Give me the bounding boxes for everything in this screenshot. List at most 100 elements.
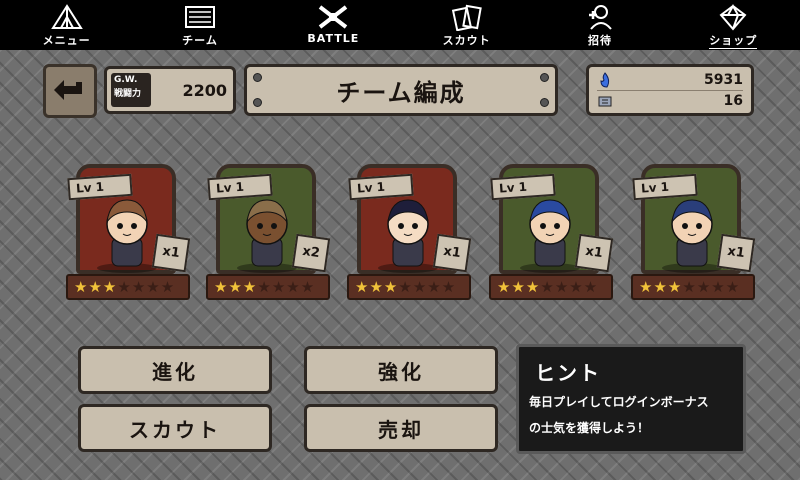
hint-line-2: の士気を獲得しよう！ (529, 421, 650, 435)
page-title-plate: チーム編成 (244, 64, 558, 116)
character-card[interactable]: Lv 1 x1 ★★★★★★★ (485, 162, 617, 310)
star-filled-icon: ★ (639, 278, 654, 296)
enhance-label: 強化 (378, 359, 424, 384)
star-empty-icon: ★ (554, 278, 570, 296)
star-empty-icon: ★ (540, 278, 555, 296)
star-empty-icon: ★ (286, 278, 301, 296)
character-card[interactable]: Lv 1 x1 ★★★★★★★ (62, 162, 194, 310)
star-filled-icon: ★ (497, 278, 512, 296)
star-filled-icon: ★ (383, 278, 399, 296)
character-card[interactable]: Lv 1 x1 ★★★★★★★ (343, 162, 475, 310)
count-tag: x1 (716, 233, 756, 273)
character-card[interactable]: Lv 1 x1 ★★★★★★★ (627, 162, 759, 310)
gem-count: 5931 (704, 72, 743, 88)
hint-title: ヒント (535, 361, 601, 385)
star-rating: ★★★★★★★ (66, 274, 190, 300)
sell-label: 売却 (378, 417, 424, 442)
character-card[interactable]: Lv 1 x2 ★★★★★★★ (202, 162, 334, 310)
nav-team-label: チーム (182, 34, 218, 47)
battle-power-value: 2200 (182, 81, 227, 100)
back-button[interactable] (43, 64, 97, 118)
nav-scout-label: スカウト (442, 34, 491, 47)
star-filled-icon: ★ (214, 278, 229, 296)
hint-panel: ヒント 毎日プレイしてログインボーナス の士気を獲得しよう！ (516, 344, 746, 454)
star-rating: ★★★★★★★ (631, 274, 755, 300)
star-empty-icon: ★ (146, 278, 161, 296)
sell-button[interactable]: 売却 (304, 404, 498, 452)
map-icon (184, 6, 215, 28)
level-tag: Lv 1 (490, 173, 556, 201)
star-filled-icon: ★ (228, 278, 243, 296)
bolt-decoration (253, 73, 262, 82)
battle-power-box: G.W. 戦闘力 2200 (104, 66, 236, 114)
star-empty-icon: ★ (441, 278, 457, 296)
star-filled-icon: ★ (525, 278, 541, 296)
ticket-count: 16 (723, 93, 743, 109)
nav-battle-label: BATTLE (307, 32, 360, 45)
star-empty-icon: ★ (583, 278, 599, 296)
level-tag: Lv 1 (632, 173, 698, 201)
star-empty-icon: ★ (398, 278, 413, 296)
gem-row: 5931 (597, 70, 743, 91)
nav-team[interactable]: チーム (133, 0, 266, 50)
scout-button[interactable]: スカウト (78, 404, 272, 452)
nav-invite[interactable]: 招待 (533, 0, 666, 50)
ticket-icon (598, 96, 612, 107)
star-empty-icon: ★ (427, 278, 442, 296)
nav-scout[interactable]: スカウト (400, 0, 533, 50)
star-empty-icon: ★ (696, 278, 712, 296)
star-empty-icon: ★ (412, 278, 428, 296)
level-tag: Lv 1 (207, 173, 273, 201)
scout-label: スカウト (129, 417, 221, 442)
count-tag: x1 (432, 233, 472, 273)
bolt-decoration (253, 98, 262, 107)
hint-body: 毎日プレイしてログインボーナス の士気を獲得しよう！ (529, 389, 741, 441)
nav-shop-label: ショップ (709, 34, 758, 49)
nav-menu-label: メニュー (42, 34, 91, 47)
enhance-button[interactable]: 強化 (304, 346, 498, 394)
gw-tag-line1: G.W. (114, 75, 138, 85)
star-filled-icon: ★ (369, 278, 384, 296)
evolve-label: 進化 (152, 359, 198, 384)
crossed-guns-icon (319, 5, 348, 29)
star-filled-icon: ★ (74, 278, 89, 296)
star-empty-icon: ★ (271, 278, 287, 296)
page-title: チーム編成 (336, 78, 466, 107)
nav-battle[interactable]: BATTLE (267, 0, 400, 50)
evolve-button[interactable]: 進化 (78, 346, 272, 394)
star-filled-icon: ★ (88, 278, 103, 296)
count-tag: x1 (151, 233, 191, 273)
star-filled-icon: ★ (511, 278, 526, 296)
nav-menu[interactable]: メニュー (0, 0, 133, 50)
cards-icon (451, 4, 482, 31)
nav-shop[interactable]: ショップ (667, 0, 800, 50)
back-arrow-icon (54, 80, 82, 100)
star-empty-icon: ★ (257, 278, 272, 296)
top-nav: メニュー チーム BATTLE スカウト 招待 ショップ (0, 0, 800, 50)
star-empty-icon: ★ (725, 278, 741, 296)
level-tag: Lv 1 (67, 173, 133, 201)
add-user-icon (588, 5, 612, 30)
star-rating: ★★★★★★★ (489, 274, 613, 300)
star-empty-icon: ★ (160, 278, 176, 296)
star-empty-icon: ★ (131, 278, 147, 296)
bolt-decoration (540, 73, 549, 82)
star-filled-icon: ★ (667, 278, 683, 296)
blue-flame-icon (600, 72, 610, 88)
star-filled-icon: ★ (355, 278, 370, 296)
battle-power-tag: G.W. 戦闘力 (111, 73, 151, 107)
gw-tag-line2: 戦闘力 (114, 89, 142, 99)
star-filled-icon: ★ (242, 278, 258, 296)
hint-line-1: 毎日プレイしてログインボーナス (529, 395, 709, 409)
star-filled-icon: ★ (653, 278, 668, 296)
tent-icon (50, 4, 83, 29)
bolt-decoration (540, 98, 549, 107)
star-empty-icon: ★ (711, 278, 726, 296)
count-tag: x1 (574, 233, 614, 273)
star-empty-icon: ★ (117, 278, 132, 296)
star-rating: ★★★★★★★ (206, 274, 330, 300)
nav-invite-label: 招待 (587, 34, 612, 47)
star-empty-icon: ★ (300, 278, 316, 296)
currency-box: 5931 16 (586, 64, 754, 116)
star-empty-icon: ★ (682, 278, 697, 296)
